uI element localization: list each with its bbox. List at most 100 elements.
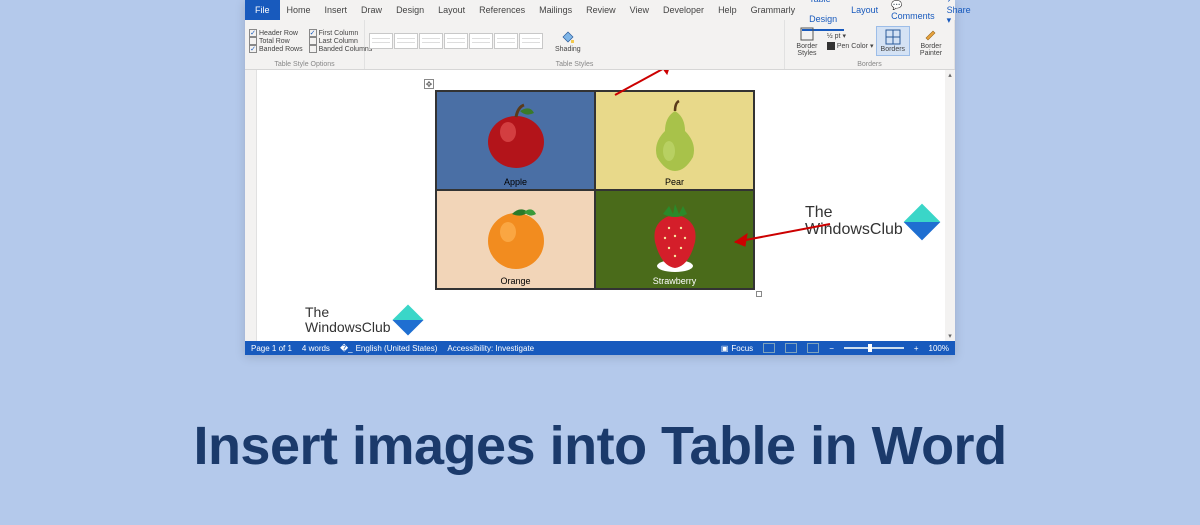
group-label: Borders (789, 60, 950, 68)
borders-label: Borders (881, 46, 906, 53)
annotation-arrow-to-strawberry (725, 220, 835, 250)
file-tab[interactable]: File (245, 0, 280, 20)
zoom-out-button[interactable]: − (829, 344, 834, 353)
orange-image (476, 196, 556, 276)
view-print-layout[interactable] (785, 343, 797, 353)
check-first-column[interactable]: ✓First Column (309, 29, 373, 37)
tab-design[interactable]: Design (389, 0, 431, 20)
status-focus[interactable]: ▣ Focus (721, 344, 753, 353)
status-accessibility[interactable]: Accessibility: Investigate (447, 344, 534, 353)
table-style-thumb[interactable] (444, 33, 468, 49)
pen-color-swatch-icon (827, 42, 835, 50)
border-painter-icon (923, 26, 939, 42)
share-label: Share (947, 5, 971, 15)
strawberry-image (635, 196, 715, 276)
tab-view[interactable]: View (623, 0, 656, 20)
border-styles-button[interactable]: Border Styles (789, 24, 825, 59)
check-banded-columns[interactable]: Banded Columns (309, 45, 373, 53)
tab-review[interactable]: Review (579, 0, 623, 20)
tab-home[interactable]: Home (280, 0, 318, 20)
status-language-label: English (United States) (356, 344, 438, 353)
zoom-slider-thumb[interactable] (868, 344, 872, 352)
annotation-arrow-to-shading (605, 70, 685, 100)
cell-label: Apple (504, 177, 527, 187)
group-table-styles: Shading Table Styles (365, 20, 785, 69)
line-weight-label: ½ pt (827, 33, 841, 40)
checkbox-icon (249, 37, 257, 45)
tab-help[interactable]: Help (711, 0, 744, 20)
word-app-window: File Home Insert Draw Design Layout Refe… (245, 0, 955, 355)
check-label: Last Column (319, 38, 358, 45)
tab-insert[interactable]: Insert (318, 0, 355, 20)
table-resize-handle[interactable] (756, 291, 762, 297)
cell-label: Orange (500, 276, 530, 286)
watermark-logo-left: The WindowsClub (305, 305, 419, 334)
tab-developer[interactable]: Developer (656, 0, 711, 20)
status-page[interactable]: Page 1 of 1 (251, 344, 292, 353)
pen-color-label: Pen Color (837, 43, 868, 50)
comments-label: Comments (891, 11, 935, 21)
table-move-handle[interactable]: ✥ (424, 79, 434, 89)
tab-references[interactable]: References (472, 0, 532, 20)
border-painter-button[interactable]: Border Painter (912, 24, 950, 59)
shading-button[interactable]: Shading (551, 27, 585, 55)
article-headline: Insert images into Table in Word (0, 415, 1200, 477)
cell-apple[interactable]: Apple (436, 91, 595, 190)
ribbon-tabs: File Home Insert Draw Design Layout Refe… (245, 0, 955, 20)
group-table-style-options: ✓Header Row Total Row ✓Banded Rows ✓Firs… (245, 20, 365, 69)
checkbox-icon: ✓ (249, 45, 257, 53)
pear-image (635, 97, 715, 177)
zoom-slider[interactable] (844, 347, 904, 349)
status-focus-label: Focus (731, 344, 753, 353)
tab-grammarly[interactable]: Grammarly (744, 0, 803, 20)
status-language[interactable]: �_English (United States) (340, 344, 437, 353)
watermark-line1: The (305, 305, 391, 320)
check-header-row[interactable]: ✓Header Row (249, 29, 303, 37)
table-style-thumb[interactable] (519, 33, 543, 49)
borders-grid-icon (885, 29, 901, 45)
scroll-up-icon[interactable]: ▴ (945, 70, 955, 80)
check-banded-rows[interactable]: ✓Banded Rows (249, 45, 303, 53)
checkbox-icon (309, 45, 317, 53)
watermark-line2: WindowsClub (305, 320, 391, 335)
cell-pear[interactable]: Pear (595, 91, 754, 190)
zoom-level[interactable]: 100% (929, 344, 949, 353)
ribbon-body: ✓Header Row Total Row ✓Banded Rows ✓Firs… (245, 20, 955, 70)
scroll-down-icon[interactable]: ▾ (945, 331, 955, 341)
borders-button[interactable]: Borders (876, 26, 911, 56)
check-label: Header Row (259, 30, 298, 37)
table-style-thumb[interactable] (419, 33, 443, 49)
tab-layout[interactable]: Layout (431, 0, 472, 20)
zoom-in-button[interactable]: + (914, 344, 919, 353)
table-style-thumb[interactable] (394, 33, 418, 49)
checkbox-icon: ✓ (309, 29, 317, 37)
check-label: First Column (319, 30, 359, 37)
table-style-thumb[interactable] (494, 33, 518, 49)
view-web-layout[interactable] (807, 343, 819, 353)
view-read-mode[interactable] (763, 343, 775, 353)
tab-table-layout[interactable]: Layout (844, 0, 885, 20)
table-style-thumb[interactable] (469, 33, 493, 49)
check-total-row[interactable]: Total Row (249, 37, 303, 45)
group-label: Table Styles (369, 60, 780, 68)
cell-orange[interactable]: Orange (436, 190, 595, 289)
comments-button[interactable]: 💬 Comments (885, 0, 941, 21)
check-label: Total Row (259, 38, 290, 45)
check-last-column[interactable]: Last Column (309, 37, 373, 45)
chevron-down-icon: ▾ (870, 42, 874, 50)
paint-bucket-icon (560, 29, 576, 45)
fruit-table[interactable]: ✥ Apple (435, 90, 755, 290)
line-weight-dropdown[interactable]: ½ pt ▾ (827, 32, 874, 40)
tab-mailings[interactable]: Mailings (532, 0, 579, 20)
table-style-thumb[interactable] (369, 33, 393, 49)
status-words[interactable]: 4 words (302, 344, 330, 353)
windowsclub-logo-icon (392, 304, 423, 335)
document-area[interactable]: ▴ ▾ ✥ Apple (245, 70, 955, 341)
status-bar: Page 1 of 1 4 words �_English (United St… (245, 341, 955, 355)
table-styles-gallery[interactable] (369, 33, 543, 49)
cell-label: Pear (665, 177, 684, 187)
checkbox-icon: ✓ (249, 29, 257, 37)
tab-draw[interactable]: Draw (354, 0, 389, 20)
pen-color-dropdown[interactable]: Pen Color ▾ (827, 42, 874, 50)
vertical-scrollbar[interactable]: ▴ ▾ (945, 70, 955, 341)
